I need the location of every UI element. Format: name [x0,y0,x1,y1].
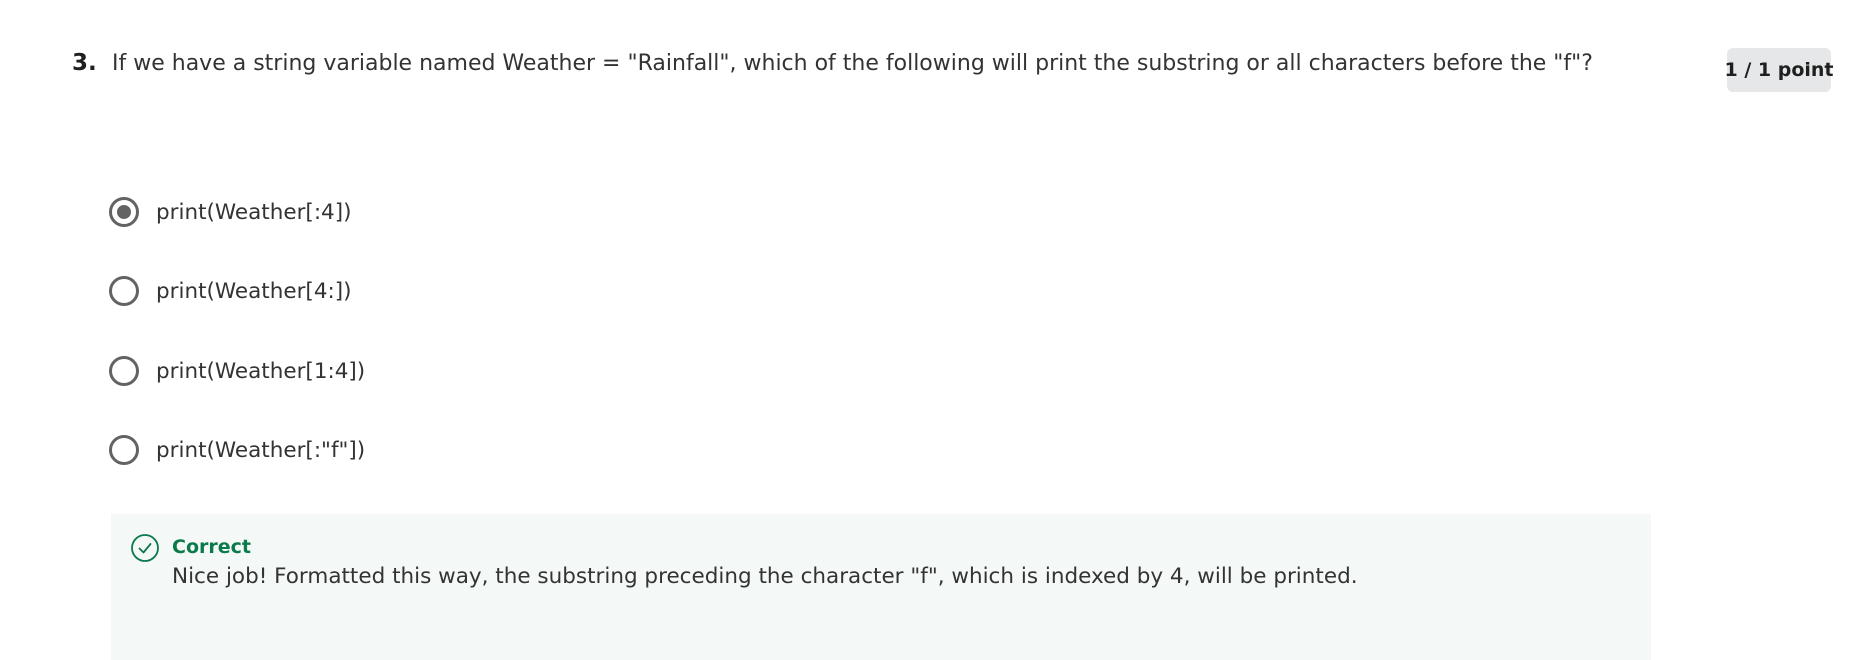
feedback-panel: Correct Nice job! Formatted this way, th… [111,514,1651,660]
check-circle-icon [131,534,159,562]
answer-option[interactable]: print(Weather[:"f"]) [109,428,365,472]
radio-unselected-icon[interactable] [109,276,139,306]
radio-unselected-icon[interactable] [109,435,139,465]
answer-option-label: print(Weather[:"f"]) [156,437,366,463]
quiz-question: 3. If we have a string variable named We… [0,0,1850,660]
answer-option-label: print(Weather[4:]) [156,278,352,304]
answer-option[interactable]: print(Weather[1:4]) [109,349,365,393]
question-prompt: If we have a string variable named Weath… [112,51,1593,76]
feedback-status: Correct [172,536,251,558]
question-number: 3. [72,50,97,76]
answer-option-label: print(Weather[:4]) [156,199,352,225]
points-badge: 1 / 1 point [1725,48,1834,92]
feedback-message: Nice job! Formatted this way, the substr… [172,564,1358,589]
answer-option-label: print(Weather[1:4]) [156,358,366,384]
radio-unselected-icon[interactable] [109,356,139,386]
answer-option[interactable]: print(Weather[:4]) [109,190,352,234]
answer-option[interactable]: print(Weather[4:]) [109,269,352,313]
radio-selected-icon[interactable] [109,197,139,227]
radio-dot [117,205,131,219]
